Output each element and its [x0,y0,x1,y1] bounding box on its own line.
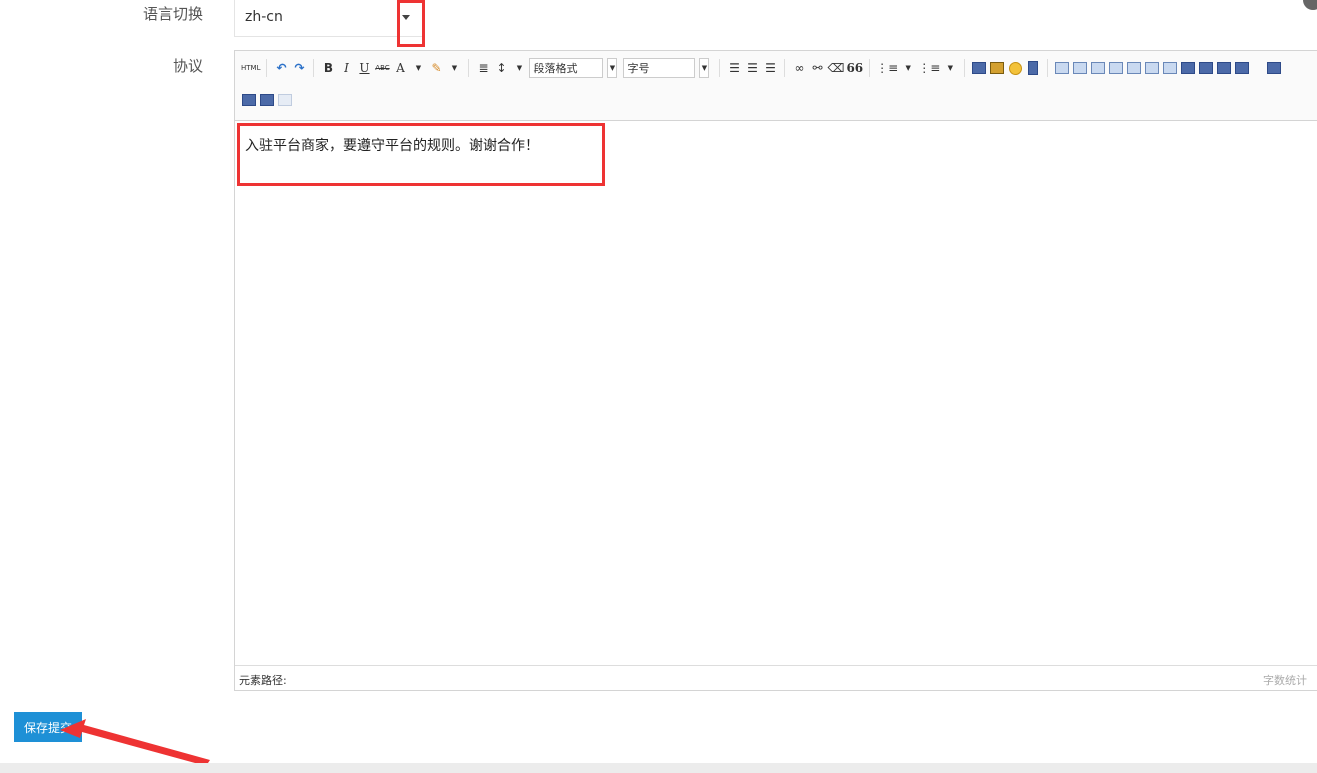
red-arrow-annotation [60,719,210,766]
footer-bar [0,763,1317,773]
